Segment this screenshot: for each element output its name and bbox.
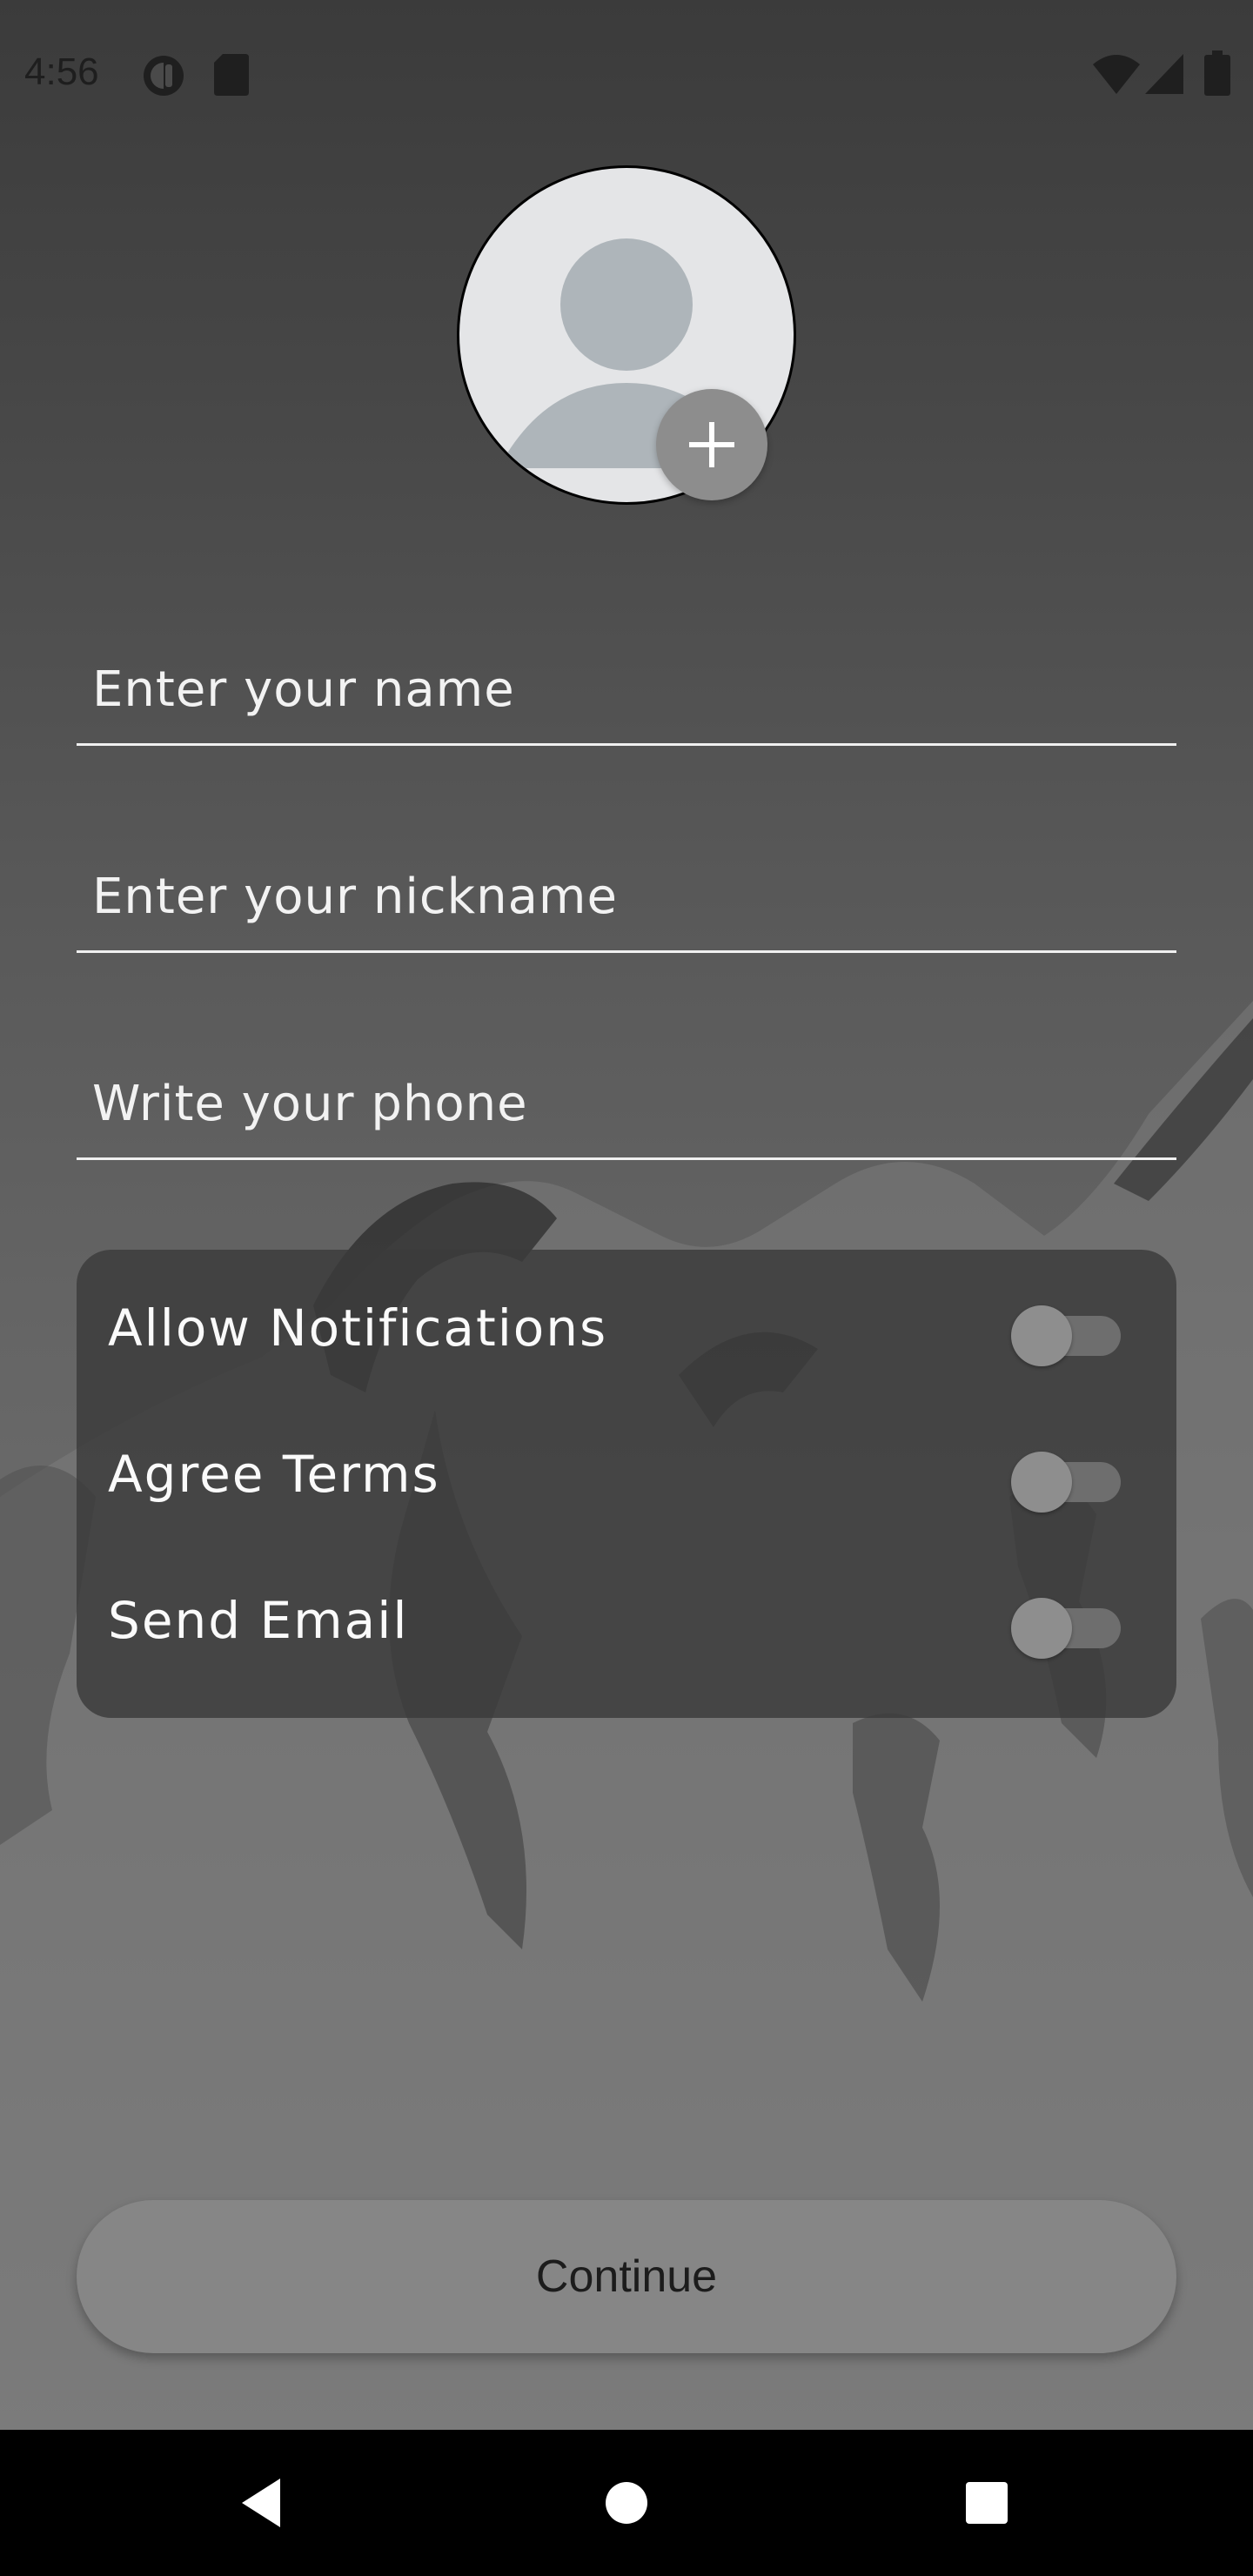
sd-card-icon [214, 54, 249, 96]
send-email-label: Send Email [108, 1591, 409, 1650]
nickname-field [77, 846, 1176, 953]
settings-card: Allow Notifications Agree Terms Send Ema… [77, 1250, 1176, 1718]
status-time: 4:56 [24, 50, 99, 93]
add-photo-button[interactable] [656, 389, 767, 500]
nickname-input[interactable] [92, 862, 1154, 931]
battery-icon [1204, 50, 1230, 96]
signal-icon [1145, 54, 1183, 94]
wifi-icon [1093, 55, 1140, 94]
back-icon[interactable] [218, 2459, 305, 2546]
agree-terms-label: Agree Terms [108, 1445, 440, 1504]
agree-terms-row: Agree Terms [77, 1406, 1176, 1537]
name-input[interactable] [92, 654, 1154, 724]
navigation-bar [0, 2430, 1253, 2576]
send-email-row: Send Email [77, 1553, 1176, 1683]
plus-icon [689, 422, 734, 467]
send-email-toggle[interactable] [1011, 1589, 1124, 1659]
toggle-thumb [1011, 1598, 1072, 1659]
toggle-thumb [1011, 1452, 1072, 1513]
toggle-thumb [1011, 1305, 1072, 1366]
continue-button[interactable]: Continue [77, 2200, 1176, 2353]
phone-input[interactable] [92, 1069, 1154, 1138]
allow-notifications-row: Allow Notifications [77, 1260, 1176, 1391]
cloud-icon [144, 56, 184, 96]
phone-field [77, 1053, 1176, 1160]
allow-notifications-toggle[interactable] [1011, 1297, 1124, 1366]
recents-icon[interactable] [943, 2459, 1030, 2546]
app-screen: 4:56 Enter your name Enter your nickname… [0, 0, 1253, 2430]
name-field [77, 639, 1176, 746]
home-icon[interactable] [583, 2459, 670, 2546]
agree-terms-toggle[interactable] [1011, 1443, 1124, 1513]
allow-notifications-label: Allow Notifications [108, 1298, 608, 1358]
status-bar: 4:56 [0, 0, 1253, 148]
